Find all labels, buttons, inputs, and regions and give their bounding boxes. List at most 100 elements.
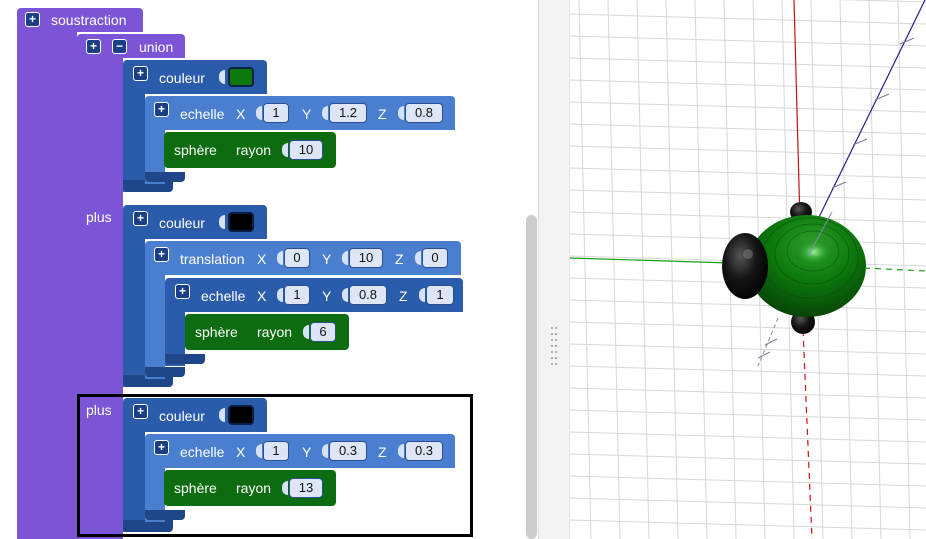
grid-line bbox=[570, 35, 926, 47]
translation-block-spine bbox=[145, 273, 165, 379]
echelle-z-notch-1 bbox=[398, 106, 404, 120]
y-axis-line bbox=[793, 0, 801, 223]
echelle-label-1: echelle bbox=[180, 106, 225, 122]
sphere-rayon-input-1[interactable]: 10 bbox=[289, 140, 323, 160]
sphere-rayon-label-1: rayon bbox=[236, 142, 272, 158]
z-axis-line bbox=[801, 0, 926, 253]
sphere-rayon-notch-1 bbox=[282, 143, 288, 157]
color-input-notch-2 bbox=[219, 215, 225, 229]
plus-label-1: plus bbox=[86, 209, 112, 225]
echelle-x-input-2[interactable]: 1 bbox=[284, 285, 310, 305]
color-swatch-1[interactable] bbox=[228, 67, 254, 87]
grip-dot bbox=[551, 327, 553, 329]
expand-echelle-1-icon[interactable]: + bbox=[154, 102, 169, 117]
splitter-grip-icon[interactable] bbox=[551, 327, 559, 367]
ellipsoid-highlight bbox=[794, 238, 834, 266]
echelle-z-input-2[interactable]: 1 bbox=[426, 285, 454, 305]
expand-couleur-1-icon[interactable]: + bbox=[133, 66, 148, 81]
couleur-block-2-spine bbox=[123, 237, 145, 387]
echelle-y-notch-2 bbox=[342, 288, 348, 302]
grid-line bbox=[570, 211, 926, 223]
expand-soustraction-icon[interactable]: + bbox=[25, 12, 40, 27]
translation-block-footer bbox=[145, 367, 185, 377]
grid-line bbox=[570, 519, 926, 531]
blockly-workspace[interactable]: + soustraction + − union plus plus + cou… bbox=[0, 0, 538, 539]
grid-line bbox=[570, 409, 926, 421]
echelle-z-label-2: Z bbox=[399, 288, 408, 304]
grip-dot bbox=[555, 357, 557, 359]
translation-x-label: X bbox=[257, 251, 267, 267]
grip-dot bbox=[555, 351, 557, 353]
grid-line bbox=[570, 343, 926, 355]
sphere-rayon-label-2: rayon bbox=[257, 324, 293, 340]
expand-translation-icon[interactable]: + bbox=[154, 247, 169, 262]
sphere-label-1: sphère bbox=[174, 142, 217, 158]
grid-line bbox=[868, 0, 882, 539]
echelle-x-label-1: X bbox=[236, 106, 246, 122]
color-input-notch-1 bbox=[219, 70, 225, 84]
translation-z-label: Z bbox=[395, 251, 404, 267]
x-axis-line-positive bbox=[863, 267, 926, 272]
soustraction-label: soustraction bbox=[51, 12, 127, 28]
y-axis-line-negative bbox=[802, 329, 813, 539]
grid-line bbox=[570, 497, 926, 509]
translation-y-input[interactable]: 10 bbox=[349, 248, 383, 268]
grip-dot bbox=[555, 363, 557, 365]
echelle-y-label-1: Y bbox=[302, 106, 312, 122]
echelle-y-label-2: Y bbox=[322, 288, 332, 304]
grid-line bbox=[570, 431, 926, 443]
echelle-z-label-1: Z bbox=[378, 106, 387, 122]
translation-x-notch bbox=[277, 251, 283, 265]
grid-line bbox=[836, 0, 926, 3]
echelle-y-input-2[interactable]: 0.8 bbox=[349, 285, 387, 305]
grid-line bbox=[570, 453, 926, 465]
grip-dot bbox=[555, 333, 557, 335]
couleur-block-1-spine bbox=[123, 92, 145, 192]
echelle-z-input-1[interactable]: 0.8 bbox=[405, 103, 443, 123]
grid-line bbox=[636, 0, 650, 539]
grip-dot bbox=[555, 327, 557, 329]
grid-line bbox=[570, 57, 926, 69]
translation-z-input[interactable]: 0 bbox=[422, 248, 448, 268]
grid-line bbox=[570, 299, 926, 311]
sphere-rayon-input-2[interactable]: 6 bbox=[310, 322, 336, 342]
translation-y-notch bbox=[342, 251, 348, 265]
echelle-x-input-1[interactable]: 1 bbox=[263, 103, 289, 123]
grid-line bbox=[570, 321, 926, 333]
3d-scene[interactable] bbox=[570, 0, 926, 539]
grip-dot bbox=[551, 357, 553, 359]
black-side-sphere bbox=[722, 233, 768, 299]
echelle-y-notch-1 bbox=[322, 106, 328, 120]
grip-dot bbox=[551, 345, 553, 347]
couleur-label-1: couleur bbox=[159, 70, 205, 86]
panel-splitter[interactable] bbox=[538, 0, 570, 539]
collapse-union-icon[interactable]: − bbox=[112, 39, 127, 54]
grip-dot bbox=[551, 363, 553, 365]
grip-dot bbox=[551, 339, 553, 341]
grid-line bbox=[570, 79, 926, 91]
grid-line bbox=[570, 13, 926, 25]
grip-dot bbox=[551, 351, 553, 353]
grid-line bbox=[570, 365, 926, 377]
grip-dot bbox=[555, 339, 557, 341]
grid-line bbox=[570, 123, 926, 135]
echelle-block-2-footer bbox=[165, 354, 205, 364]
echelle-block-1-footer bbox=[145, 172, 185, 182]
3d-viewport[interactable] bbox=[570, 0, 926, 539]
expand-union-icon[interactable]: + bbox=[86, 39, 101, 54]
expand-couleur-2-icon[interactable]: + bbox=[133, 211, 148, 226]
expand-echelle-2-icon[interactable]: + bbox=[175, 284, 190, 299]
side-sphere-shine bbox=[743, 249, 753, 259]
echelle-y-input-1[interactable]: 1.2 bbox=[329, 103, 367, 123]
translation-x-input[interactable]: 0 bbox=[284, 248, 310, 268]
grid-line bbox=[570, 475, 926, 487]
echelle-x-notch-2 bbox=[277, 288, 283, 302]
grid-line bbox=[665, 0, 679, 539]
grip-dot bbox=[551, 333, 553, 335]
sphere-label-2: sphère bbox=[195, 324, 238, 340]
workspace-scrollbar-thumb[interactable] bbox=[526, 215, 537, 539]
translation-label: translation bbox=[180, 251, 245, 267]
soustraction-block-spine bbox=[17, 30, 77, 539]
couleur-label-2: couleur bbox=[159, 215, 205, 231]
color-swatch-2[interactable] bbox=[228, 212, 254, 232]
